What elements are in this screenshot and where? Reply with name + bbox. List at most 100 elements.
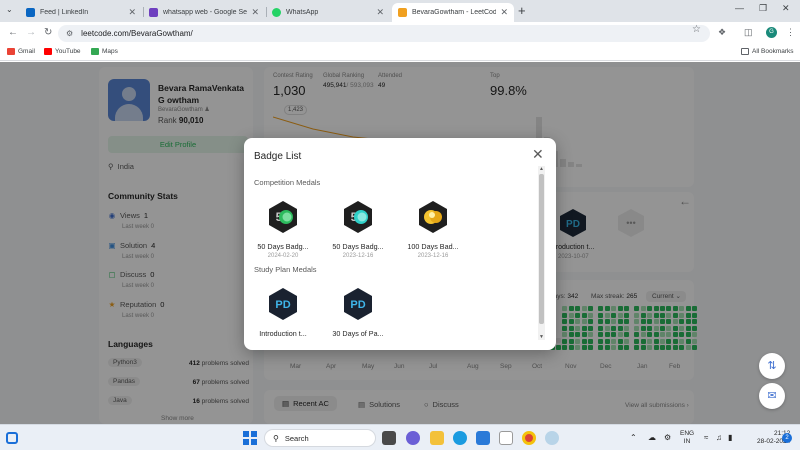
badge-name: Introduction t...: [259, 329, 307, 338]
tab-linkedin[interactable]: Feed | LinkedIn ✕: [20, 3, 142, 22]
bookmark-label: Gmail: [18, 48, 35, 55]
tab-google-search[interactable]: whatsapp web - Google Search ✕: [143, 3, 265, 22]
browser-tab-strip: ⌄ Feed | LinkedIn ✕ whatsapp web - Googl…: [0, 0, 800, 22]
feedback-chat-icon[interactable]: ✉: [759, 383, 785, 409]
store-icon[interactable]: [476, 431, 490, 445]
badge-item[interactable]: 5 50 Days Badg... 2023-12-16: [326, 200, 390, 259]
fifty-days-badge-2024-icon: 5: [269, 201, 297, 233]
section-title: Competition Medals: [254, 178, 321, 187]
svg-text:PD: PD: [275, 299, 290, 311]
bookmark-star-icon[interactable]: ☆: [692, 24, 701, 35]
scrollbar-thumb[interactable]: [539, 174, 544, 324]
tab-leetcode[interactable]: BevaraGowtham - LeetCode Profile ✕: [392, 3, 514, 22]
svg-text:PD: PD: [350, 299, 365, 311]
notification-badge[interactable]: 2: [782, 433, 792, 443]
site-info-icon[interactable]: ⚙: [66, 29, 73, 38]
file-explorer-icon[interactable]: [430, 431, 444, 445]
tab-search-chevron-icon[interactable]: ⌄: [6, 5, 13, 14]
new-tab-button[interactable]: +: [518, 3, 526, 18]
fifty-days-badge-2023-icon: 5: [344, 201, 372, 233]
minimize-icon[interactable]: —: [735, 3, 744, 13]
speaker-icon[interactable]: ♫: [716, 433, 722, 442]
windows-taskbar: ⚲ Search ⌃ ☁ ⚙ ENG IN ≈ ♫ ▮ 21:12 28-02-20…: [0, 424, 800, 450]
cloud-icon[interactable]: ☁: [648, 433, 656, 442]
badge-date: 2024-02-20: [267, 253, 299, 259]
chevron-up-icon[interactable]: ⌃: [630, 433, 637, 442]
widgets-icon[interactable]: [6, 432, 18, 444]
profile-avatar[interactable]: G: [766, 27, 777, 38]
security-icon[interactable]: ⚙: [664, 433, 671, 442]
document-icon[interactable]: [499, 431, 513, 445]
language-indicator[interactable]: ENG IN: [680, 430, 694, 446]
tab-title: WhatsApp: [286, 9, 319, 16]
tab-close-icon[interactable]: ✕: [500, 7, 508, 18]
whatsapp-icon: [272, 8, 281, 17]
tab-close-icon[interactable]: ✕: [128, 7, 136, 18]
badge-list-modal: Badge List ✕ Competition Medals 5 50 Day…: [244, 138, 556, 350]
close-icon[interactable]: ✕: [532, 146, 544, 163]
modal-title: Badge List: [254, 151, 302, 162]
badge-item[interactable]: PD 30 Days of Pa...: [326, 287, 390, 338]
yahoo-search-icon: [149, 8, 158, 17]
extensions-icon[interactable]: ❖: [718, 27, 726, 38]
tab-whatsapp[interactable]: WhatsApp ✕: [266, 3, 390, 22]
edge-icon[interactable]: [453, 431, 467, 445]
linkedin-icon: [26, 8, 35, 17]
badge-name: 30 Days of Pa...: [332, 329, 384, 338]
battery-icon[interactable]: ▮: [728, 433, 732, 442]
back-arrow-icon[interactable]: ←: [8, 27, 18, 38]
maps-icon: [91, 48, 99, 55]
all-bookmarks[interactable]: All Bookmarks: [741, 48, 794, 55]
bookmark-label: YouTube: [55, 48, 81, 55]
folder-icon: [741, 48, 749, 55]
youtube-icon: [44, 48, 52, 55]
badge-item[interactable]: 5 50 Days Badg... 2024-02-20: [251, 200, 315, 259]
badge-name: 50 Days Badg...: [332, 242, 384, 251]
reload-icon[interactable]: ↻: [44, 27, 52, 38]
tab-title: whatsapp web - Google Search: [163, 9, 248, 16]
badge-date: 2023-12-16: [342, 253, 374, 259]
badge-item[interactable]: PD Introduction t...: [251, 287, 315, 338]
bookmarks-bar: Gmail YouTube Maps All Bookmarks: [0, 44, 800, 61]
fullscreen-toggle-icon[interactable]: ⇅: [759, 353, 785, 379]
wifi-icon[interactable]: ≈: [704, 433, 708, 442]
window-close-icon[interactable]: ✕: [782, 3, 790, 14]
pandas-30-days-badge-icon: PD: [344, 288, 372, 320]
more-menu-icon[interactable]: ⋮: [786, 27, 795, 38]
chrome-icon[interactable]: [522, 431, 536, 445]
scroll-down-icon[interactable]: ▼: [539, 334, 544, 340]
pandas-intro-badge-icon: PD: [269, 288, 297, 320]
bookmark-youtube[interactable]: YouTube: [44, 48, 81, 55]
bookmark-label: All Bookmarks: [752, 48, 794, 55]
gmail-icon: [7, 48, 15, 55]
url-text: leetcode.com/BevaraGowtham/: [81, 29, 193, 38]
badge-date: 2023-12-16: [417, 253, 449, 259]
section-title: Study Plan Medals: [254, 265, 317, 274]
side-panel-icon[interactable]: ◫: [744, 27, 753, 38]
bookmark-label: Maps: [102, 48, 118, 55]
tab-close-icon[interactable]: ✕: [251, 7, 259, 18]
snipping-tool-icon[interactable]: [545, 431, 559, 445]
badge-name: 100 Days Bad...: [407, 242, 459, 251]
badge-name: 50 Days Badg...: [257, 242, 309, 251]
tab-close-icon[interactable]: ✕: [376, 7, 384, 18]
scroll-up-icon[interactable]: ▲: [539, 166, 544, 172]
bookmark-gmail[interactable]: Gmail: [7, 48, 35, 55]
modal-scrollbar[interactable]: ▲ ▼: [538, 166, 545, 340]
bookmark-maps[interactable]: Maps: [91, 48, 118, 55]
task-view-icon[interactable]: [382, 431, 396, 445]
search-placeholder: Search: [284, 433, 309, 443]
search-icon: ⚲: [273, 433, 279, 443]
browser-toolbar: ← → ↻ ⚙ leetcode.com/BevaraGowtham/ ☆ ❖ …: [0, 22, 800, 44]
badge-item[interactable]: 100 Days Bad... 2023-12-16: [401, 200, 465, 259]
start-icon[interactable]: [243, 431, 257, 445]
restore-icon[interactable]: ❐: [759, 3, 767, 14]
teams-chat-icon[interactable]: [406, 431, 420, 445]
tab-title: BevaraGowtham - LeetCode Profile: [412, 9, 497, 16]
taskbar-search[interactable]: ⚲ Search: [264, 429, 376, 447]
hundred-days-badge-icon: [419, 201, 447, 233]
address-bar[interactable]: ⚙ leetcode.com/BevaraGowtham/: [58, 25, 710, 42]
leetcode-icon: [398, 8, 407, 17]
forward-arrow-icon[interactable]: →: [26, 27, 36, 38]
tab-title: Feed | LinkedIn: [40, 9, 89, 16]
